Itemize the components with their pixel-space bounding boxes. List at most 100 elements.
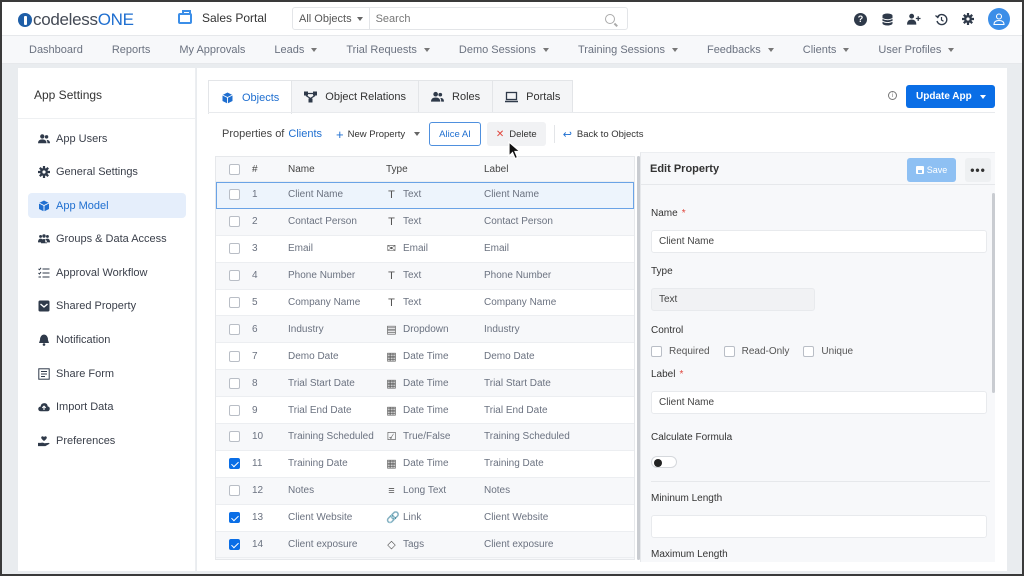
table-row[interactable]: 5 Company Name T Text Company Name <box>216 289 634 317</box>
add-user-icon[interactable] <box>907 12 921 26</box>
search-icon[interactable] <box>605 13 615 24</box>
table-row[interactable]: 1 Client Name T Text Client Name <box>216 182 634 209</box>
row-label: Company Name <box>484 297 557 308</box>
top-bar: codelessONE Sales Portal All Objects ? <box>2 2 1022 36</box>
tab-portals[interactable]: Portals <box>492 80 574 113</box>
row-checkbox[interactable] <box>228 243 240 255</box>
column-header-num[interactable]: # <box>252 164 288 175</box>
nav-item-my-approvals[interactable]: My Approvals <box>179 44 245 56</box>
nav-item-leads[interactable]: Leads <box>274 44 318 56</box>
table-row[interactable]: 13 Client Website 🔗 Link Client Website <box>216 504 634 532</box>
select-all-checkbox[interactable] <box>228 163 240 175</box>
avatar[interactable] <box>988 8 1010 30</box>
table-row[interactable]: 10 Training Scheduled ☑ True/False Training … <box>216 424 634 451</box>
caret-down-icon[interactable] <box>980 95 986 99</box>
row-checkbox[interactable] <box>228 350 240 362</box>
caret-down-icon <box>948 47 955 52</box>
tab-roles[interactable]: Roles <box>418 80 494 113</box>
tab-object-relations[interactable]: Object Relations <box>291 80 420 113</box>
alice-ai-button[interactable]: Alice AI <box>429 122 481 146</box>
nav-item-reports[interactable]: Reports <box>112 44 151 56</box>
column-header-name[interactable]: Name <box>288 164 386 175</box>
row-label: Email <box>484 243 510 255</box>
nav-item-trial-requests[interactable]: Trial Requests <box>346 44 430 56</box>
control-checkbox[interactable] <box>723 346 735 357</box>
control-read-only[interactable]: Read-Only <box>723 346 789 357</box>
panel-scrollbar[interactable] <box>992 193 995 393</box>
control-checkbox[interactable] <box>651 346 662 357</box>
sidebar-item-app-model[interactable]: App Model <box>28 193 186 219</box>
label-input[interactable] <box>651 391 987 414</box>
save-button[interactable]: Save <box>907 158 956 182</box>
update-app-button[interactable]: Update App <box>906 85 995 108</box>
sidebar-item-shared-property[interactable]: Shared Property <box>28 294 186 319</box>
tab-label: Roles <box>452 91 481 103</box>
sidebar-item-share-form[interactable]: Share Form <box>28 361 186 386</box>
nav-item-user-profiles[interactable]: User Profiles <box>878 44 955 56</box>
control-checkbox[interactable] <box>803 346 815 357</box>
row-checkbox[interactable] <box>228 216 240 228</box>
info-icon[interactable]: i <box>888 91 897 100</box>
row-checkbox[interactable] <box>228 431 240 443</box>
row-checkbox[interactable] <box>228 270 240 282</box>
gear-icon[interactable] <box>961 12 975 26</box>
column-header-label[interactable]: Label <box>484 164 634 175</box>
min-length-input[interactable] <box>651 515 987 538</box>
logo[interactable]: codelessONE <box>18 10 134 30</box>
table-row[interactable]: 14 Client exposure ◇ Tags Client exposure <box>216 531 634 559</box>
table-row[interactable]: 7 Demo Date ▦ Date Time Demo Date <box>216 343 634 371</box>
nav-item-clients[interactable]: Clients <box>803 44 850 56</box>
row-checkbox[interactable] <box>228 512 240 524</box>
control-required[interactable]: Required <box>651 346 710 357</box>
row-checkbox[interactable] <box>228 458 240 470</box>
column-header-type[interactable]: Type <box>386 164 484 175</box>
table-row[interactable]: 2 Contact Person T Text Contact Person <box>216 208 634 236</box>
more-options-button[interactable]: ••• <box>965 158 991 182</box>
sidebar-item-app-users[interactable]: App Users <box>28 126 186 151</box>
sidebar-item-preferences[interactable]: Preferences <box>28 428 186 453</box>
search-input[interactable] <box>369 12 605 25</box>
nav-item-feedbacks[interactable]: Feedbacks <box>707 44 774 56</box>
back-to-objects-button[interactable]: ↩ Back to Objects <box>563 128 644 141</box>
sidebar-item-label: Notification <box>56 334 111 347</box>
sidebar-item-notification[interactable]: Notification <box>28 328 186 353</box>
row-checkbox[interactable] <box>228 539 240 551</box>
row-checkbox[interactable] <box>228 377 240 389</box>
object-name-link[interactable]: Clients <box>288 128 322 140</box>
sidebar-item-import-data[interactable]: Import Data <box>28 395 186 420</box>
calculate-formula-toggle[interactable] <box>651 456 677 468</box>
help-icon[interactable]: ? <box>854 12 867 26</box>
table-row[interactable]: 3 Email ✉ Email Email <box>216 235 634 263</box>
row-checkbox[interactable] <box>228 404 240 416</box>
history-icon[interactable] <box>934 12 948 26</box>
database-icon[interactable] <box>880 12 894 26</box>
table-row[interactable]: 6 Industry ▤ Dropdown Industry <box>216 316 634 344</box>
row-checkbox[interactable] <box>228 189 240 201</box>
row-checkbox[interactable] <box>228 323 240 335</box>
nav-item-dashboard[interactable]: Dashboard <box>29 44 83 56</box>
row-checkbox[interactable] <box>228 297 240 308</box>
sidebar-item-approval-workflow[interactable]: Approval Workflow <box>28 260 186 285</box>
table-row[interactable]: 4 Phone Number T Text Phone Number <box>216 262 634 290</box>
row-label: Trial Start Date <box>484 377 551 389</box>
divider <box>553 125 555 143</box>
table-row[interactable]: 11 Training Date ▦ Date Time Training Date <box>216 450 634 478</box>
row-checkbox[interactable] <box>228 485 240 497</box>
tab-objects[interactable]: Objects <box>208 80 293 114</box>
row-number: 1 <box>252 189 258 201</box>
table-row[interactable]: 12 Notes ≡ Long Text Notes <box>216 477 634 505</box>
table-row[interactable]: 8 Trial Start Date ▦ Date Time Trial Start D… <box>216 370 634 398</box>
search-scope-dropdown[interactable]: All Objects <box>293 8 370 29</box>
nav-item-training-sessions[interactable]: Training Sessions <box>578 44 678 56</box>
app-switcher[interactable]: Sales Portal <box>178 9 267 25</box>
row-label: Phone Number <box>484 270 552 282</box>
caret-down-icon[interactable] <box>414 132 421 136</box>
new-property-button[interactable]: + New Property <box>336 127 421 142</box>
control-unique[interactable]: Unique <box>803 346 853 357</box>
nav-item-demo-sessions[interactable]: Demo Sessions <box>459 44 549 56</box>
sidebar-item-general-settings[interactable]: General Settings <box>28 160 186 185</box>
name-input[interactable] <box>651 230 987 253</box>
table-row[interactable]: 9 Trial End Date ▦ Date Time Trial End Date <box>216 397 634 425</box>
sidebar-item-groups-data-access[interactable]: Groups & Data Access <box>28 227 186 252</box>
type-readonly-field: Text <box>651 288 815 311</box>
